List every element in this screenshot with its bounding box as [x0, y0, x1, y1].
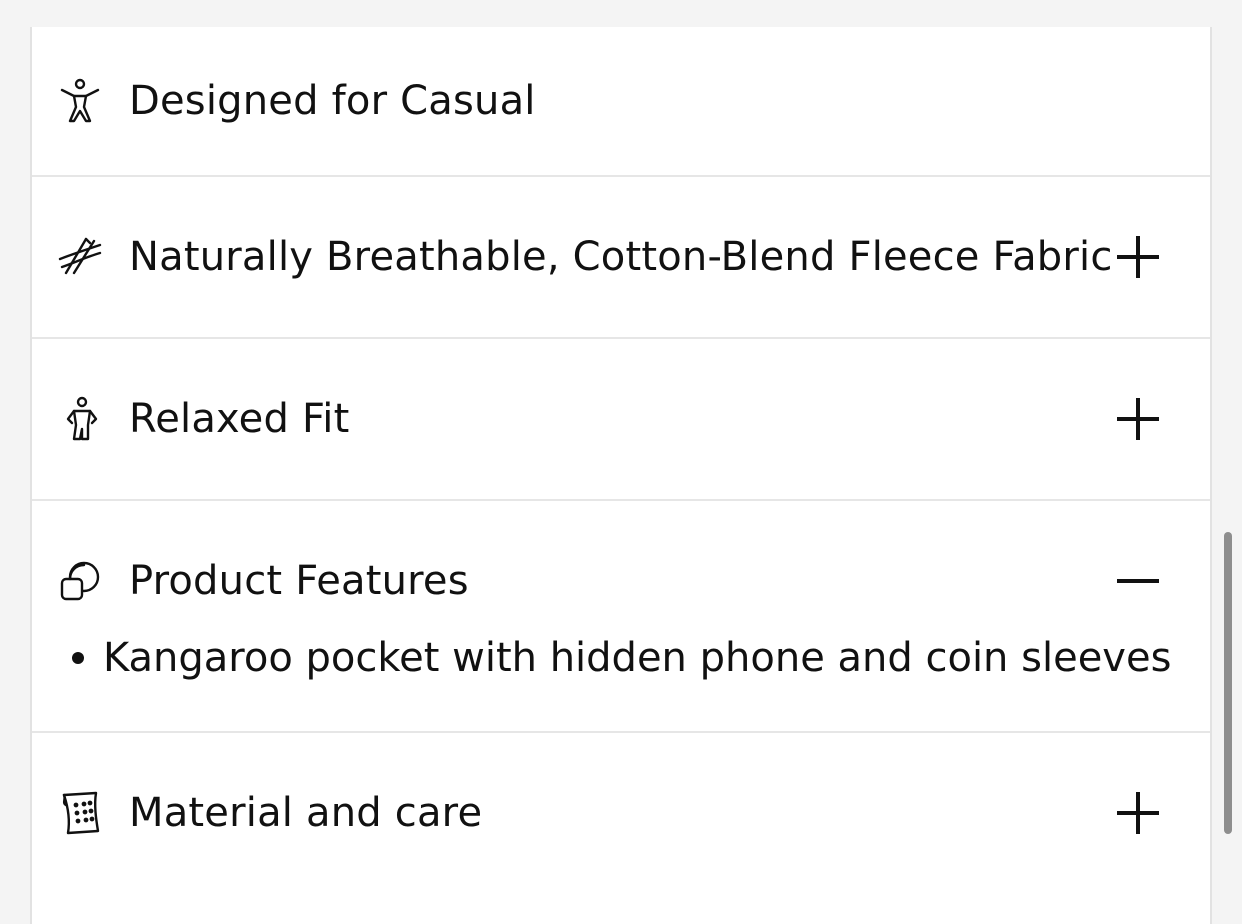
accordion-label: Product Features — [129, 558, 469, 604]
accordion-row-relaxed-fit[interactable]: Relaxed Fit — [32, 339, 1210, 501]
body-fit-icon — [54, 393, 106, 445]
person-arms-up-icon — [54, 75, 106, 127]
accordion-label: Naturally Breathable, Cotton-Blend Fleec… — [129, 234, 1113, 280]
fabric-wind-icon — [54, 231, 106, 283]
product-details-accordion: Designed for Casual Naturally Breathable… — [30, 27, 1212, 924]
overlap-shapes-icon — [54, 555, 106, 607]
accordion-row-designed-for-casual: Designed for Casual — [32, 27, 1210, 177]
accordion-row-product-features[interactable]: Product Features Kangaroo pocket with hi… — [32, 501, 1210, 733]
accordion-row-fabric[interactable]: Naturally Breathable, Cotton-Blend Fleec… — [32, 177, 1210, 339]
fabric-swatch-icon — [54, 787, 106, 839]
accordion-header[interactable]: Product Features — [32, 501, 1210, 661]
plus-icon[interactable] — [1114, 233, 1162, 281]
accordion-label: Relaxed Fit — [129, 396, 350, 442]
scrollbar-thumb[interactable] — [1224, 532, 1232, 834]
accordion-header[interactable]: Material and care — [32, 733, 1210, 893]
accordion-label: Material and care — [129, 790, 483, 836]
accordion-row-material-and-care[interactable]: Material and care — [32, 733, 1210, 893]
accordion-header: Designed for Casual — [32, 27, 1210, 175]
plus-icon[interactable] — [1114, 395, 1162, 443]
accordion-header[interactable]: Naturally Breathable, Cotton-Blend Fleec… — [32, 177, 1210, 337]
accordion-header[interactable]: Relaxed Fit — [32, 339, 1210, 499]
minus-icon[interactable] — [1114, 557, 1162, 605]
accordion-label: Designed for Casual — [129, 78, 536, 124]
plus-icon[interactable] — [1114, 789, 1162, 837]
